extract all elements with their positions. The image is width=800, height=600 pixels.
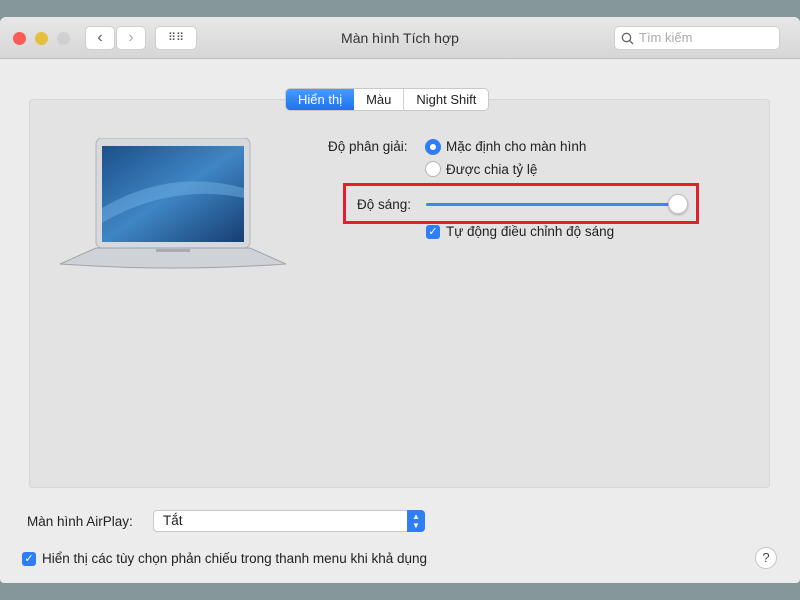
checkmark-icon: ✓ — [24, 553, 34, 565]
tab-night-shift[interactable]: Night Shift — [403, 89, 488, 110]
tab-color[interactable]: Màu — [354, 89, 403, 110]
brightness-slider-knob[interactable] — [668, 194, 688, 214]
tab-display[interactable]: Hiển thị — [286, 89, 355, 110]
title-bar: ‹ › ⠿⠿ Màn hình Tích hợp Tìm kiếm — [0, 17, 800, 59]
radio-scaled-label: Được chia tỷ lệ — [446, 162, 538, 177]
resolution-label: Độ phân giải: — [328, 139, 408, 154]
laptop-image — [60, 138, 286, 269]
search-placeholder: Tìm kiếm — [639, 30, 693, 45]
search-input[interactable]: Tìm kiếm — [614, 26, 780, 50]
search-icon — [621, 32, 634, 45]
checkmark-icon: ✓ — [428, 226, 438, 238]
mirror-options-checkbox[interactable]: ✓ — [22, 552, 36, 566]
system-preferences-window: ‹ › ⠿⠿ Màn hình Tích hợp Tìm kiếm Hiển t… — [0, 17, 800, 583]
help-button[interactable]: ? — [755, 547, 777, 569]
auto-brightness-label: Tự động điều chỉnh độ sáng — [446, 224, 615, 239]
radio-default-label: Mặc định cho màn hình — [446, 139, 587, 154]
airplay-select[interactable]: Tắt ▲ ▼ — [153, 510, 425, 532]
mirror-options-label: Hiển thị các tùy chọn phản chiếu trong t… — [42, 551, 428, 566]
radio-default-resolution[interactable] — [425, 139, 441, 155]
chevron-updown-icon: ▲ ▼ — [407, 510, 425, 532]
brightness-slider[interactable] — [426, 203, 678, 206]
radio-scaled-resolution[interactable] — [425, 161, 441, 177]
auto-brightness-checkbox[interactable]: ✓ — [426, 225, 440, 239]
airplay-label: Màn hình AirPlay: — [27, 514, 133, 529]
airplay-value: Tắt — [163, 513, 183, 528]
brightness-label: Độ sáng: — [357, 197, 412, 212]
tab-bar: Hiển thị Màu Night Shift — [285, 88, 490, 111]
